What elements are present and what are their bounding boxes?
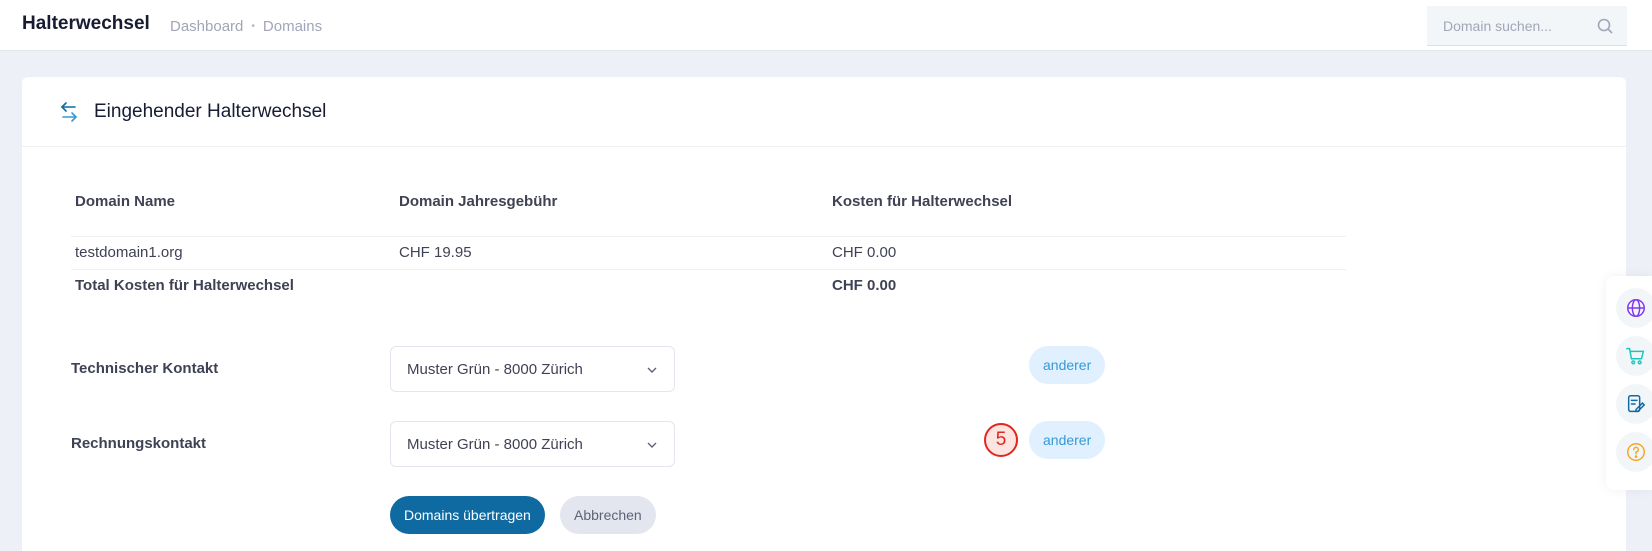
dock-item-edit[interactable] xyxy=(1616,384,1652,424)
search-icon[interactable] xyxy=(1597,18,1613,34)
row-divider xyxy=(71,236,1346,237)
column-header-annual-fee: Domain Jahresgebühr xyxy=(399,193,558,210)
help-icon xyxy=(1627,443,1645,461)
breadcrumb-dashboard[interactable]: Dashboard xyxy=(170,18,243,35)
chevron-down-icon xyxy=(647,442,657,448)
card-title: Eingehender Halterwechsel xyxy=(94,101,327,122)
side-dock xyxy=(1606,276,1652,490)
column-header-domain-name: Domain Name xyxy=(75,193,176,210)
table-cell-annual-fee: CHF 19.95 xyxy=(399,244,472,261)
billing-contact-value: Muster Grün - 8000 Zürich xyxy=(407,435,583,453)
dock-item-cart[interactable] xyxy=(1616,336,1652,376)
globe-icon xyxy=(1627,299,1645,317)
billing-contact-select[interactable]: Muster Grün - 8000 Zürich xyxy=(390,421,675,467)
chevron-down-icon xyxy=(647,367,657,373)
cancel-button[interactable]: Abbrechen xyxy=(560,496,656,534)
total-value: CHF 0.00 xyxy=(832,277,897,294)
swap-arrows-icon xyxy=(60,102,78,122)
breadcrumb: Dashboard • Domains xyxy=(170,18,322,35)
row-divider xyxy=(71,269,1346,270)
top-bar: Halterwechsel Dashboard • Domains xyxy=(0,0,1652,51)
table-cell-domain: testdomain1.org xyxy=(75,244,183,261)
cart-icon xyxy=(1626,347,1645,365)
column-header-transfer-cost: Kosten für Halterwechsel xyxy=(832,193,1013,210)
page-title: Halterwechsel xyxy=(22,13,150,34)
technical-contact-value: Muster Grün - 8000 Zürich xyxy=(407,360,583,378)
breadcrumb-separator: • xyxy=(251,21,255,32)
search-box xyxy=(1427,6,1627,46)
billing-contact-label: Rechnungskontakt xyxy=(71,435,207,452)
billing-contact-other-button[interactable]: anderer xyxy=(1029,421,1106,459)
technical-contact-other-button[interactable]: anderer xyxy=(1029,346,1106,384)
transfer-domains-button[interactable]: Domains übertragen xyxy=(390,496,545,534)
dock-item-help[interactable] xyxy=(1616,432,1652,472)
breadcrumb-domains[interactable]: Domains xyxy=(263,18,322,35)
transfer-card: Eingehender Halterwechsel xyxy=(22,77,1626,551)
technical-contact-label: Technischer Kontakt xyxy=(71,360,219,377)
card-header: Eingehender Halterwechsel xyxy=(22,77,1626,147)
total-label: Total Kosten für Halterwechsel xyxy=(75,277,294,294)
table-cell-transfer-cost: CHF 0.00 xyxy=(832,244,897,261)
dock-item-globe[interactable] xyxy=(1616,288,1652,328)
search-input[interactable] xyxy=(1427,17,1587,34)
technical-contact-select[interactable]: Muster Grün - 8000 Zürich xyxy=(390,346,675,392)
step-marker: 5 xyxy=(984,423,1018,457)
edit-document-icon xyxy=(1627,395,1646,413)
